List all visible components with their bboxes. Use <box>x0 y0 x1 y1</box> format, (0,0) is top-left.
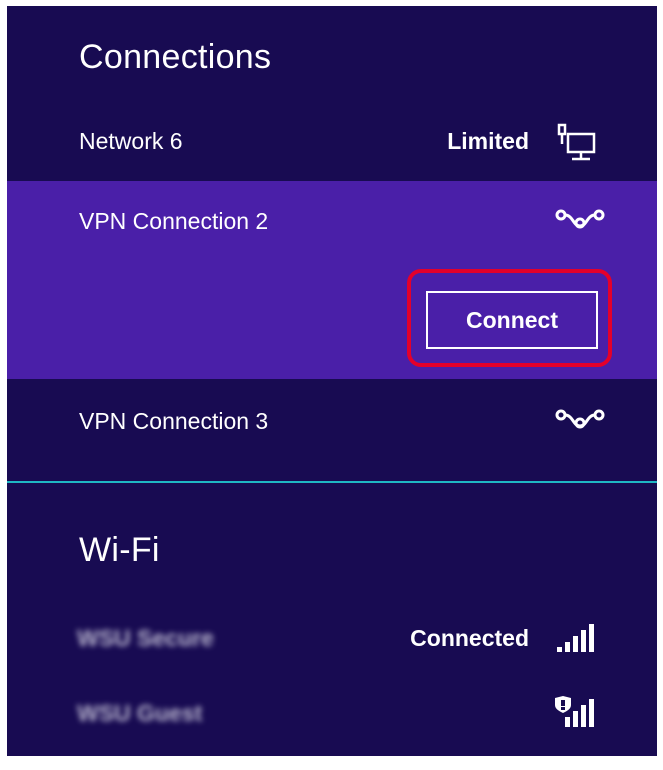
wired-network-icon <box>557 123 596 161</box>
vpn-icon <box>555 209 605 229</box>
wifi-heading: Wi-Fi <box>79 531 160 569</box>
wifi-item-wsu-guest[interactable]: WSU Guest <box>7 686 657 746</box>
connections-heading: Connections <box>79 38 272 76</box>
network-status: Limited <box>447 128 529 154</box>
wifi-item-wsu-secure[interactable]: WSU Secure Connected <box>7 611 657 671</box>
network-name: VPN Connection 3 <box>79 408 269 434</box>
wifi-signal-icon <box>557 624 594 652</box>
network-flyout-panel: Connections Network 6 Limited VPN Connec… <box>7 6 657 756</box>
section-divider <box>7 481 657 483</box>
wifi-network-name: WSU Guest <box>77 700 203 726</box>
wifi-signal-shield-icon <box>555 696 594 727</box>
network-name: Network 6 <box>79 128 183 154</box>
network-name: VPN Connection 2 <box>79 208 269 234</box>
network-item-vpn-connection-3[interactable]: VPN Connection 3 <box>7 381 657 461</box>
annotation-highlight-ring <box>407 269 612 367</box>
vpn-icon <box>555 409 605 429</box>
wifi-network-name: WSU Secure <box>77 625 214 651</box>
network-item-network-6[interactable]: Network 6 Limited <box>7 106 657 186</box>
wifi-status: Connected <box>410 625 529 651</box>
